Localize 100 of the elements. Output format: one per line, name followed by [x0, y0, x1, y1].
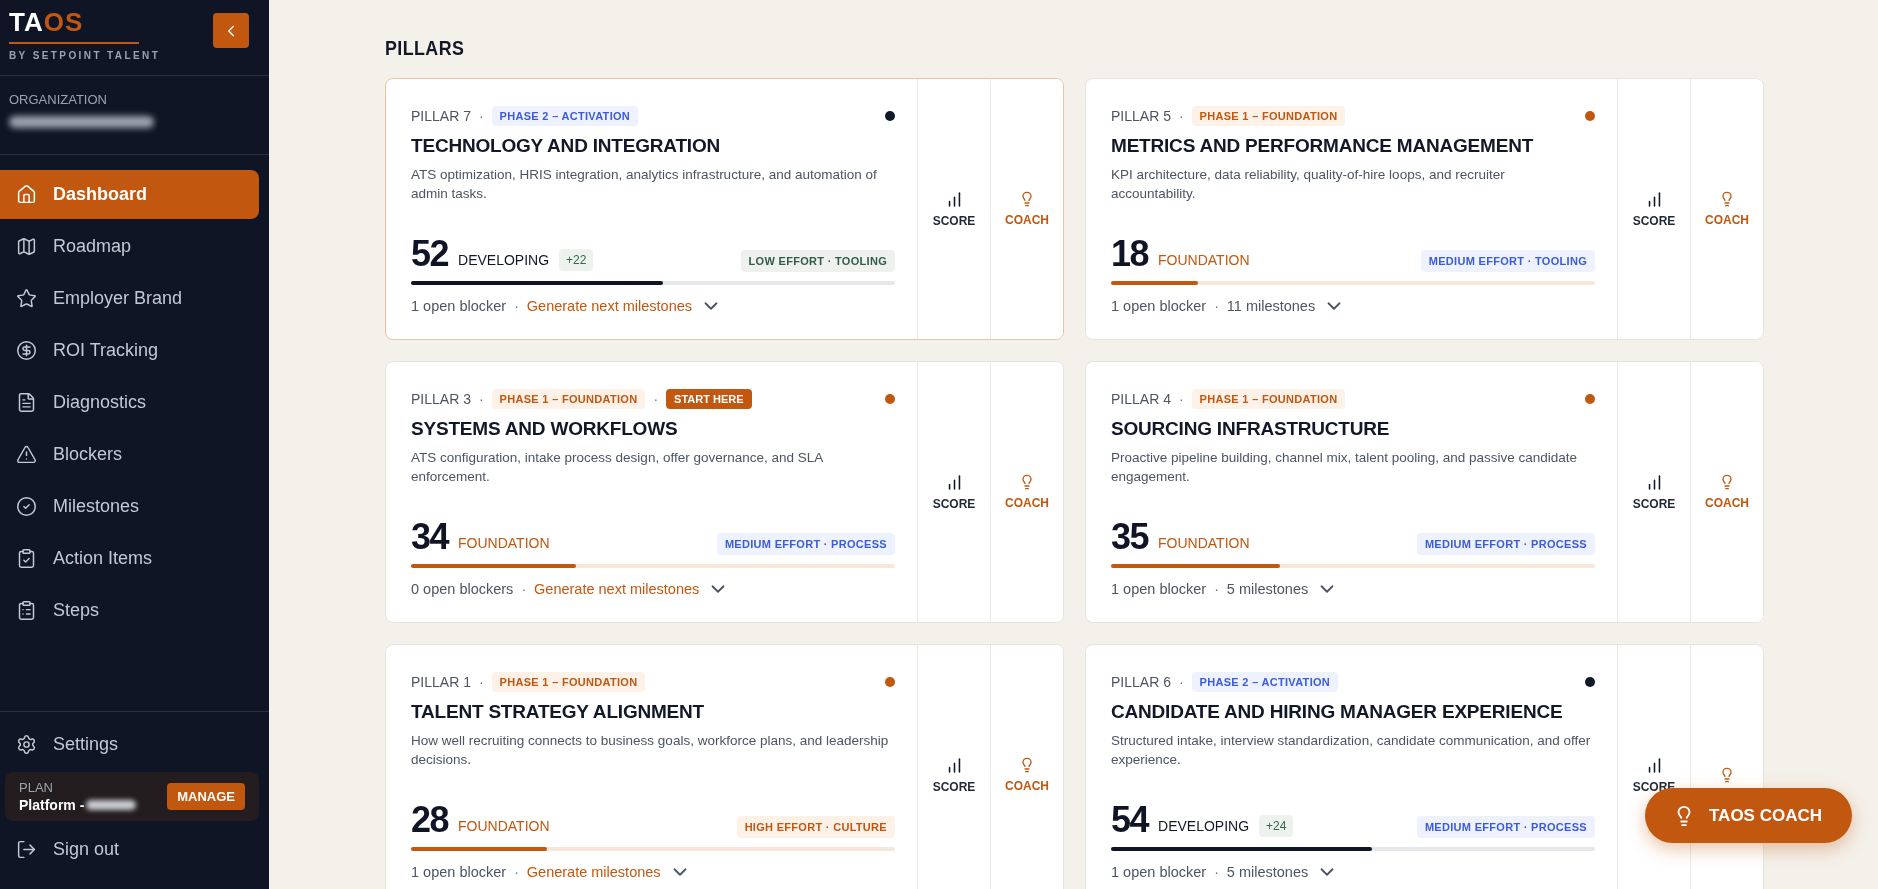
nav-item[interactable]: Dashboard: [0, 170, 259, 219]
nav-item[interactable]: Diagnostics: [0, 378, 259, 427]
effort-tag: MEDIUM EFFORT · TOOLING: [1420, 250, 1595, 272]
nav-item[interactable]: Action Items: [0, 534, 259, 583]
nav-item[interactable]: ROI Tracking: [0, 326, 259, 375]
blocker-count: 1 open blocker: [1111, 864, 1207, 880]
separator-dot: ·: [1214, 864, 1219, 880]
pillar-description: Proactive pipeline building, channel mix, talent pooling, and passive candidate engagement.: [1111, 449, 1579, 486]
score-value: 28: [411, 802, 449, 838]
home-icon: [16, 184, 37, 205]
pillar-description: Structured intake, interview standardization, candidate communication, and offer experience.: [1111, 732, 1591, 769]
separator-dot: ·: [1178, 674, 1184, 690]
plan-label: PLAN: [19, 780, 54, 795]
nav-item[interactable]: Roadmap: [0, 222, 259, 271]
separator-dot: ·: [514, 298, 519, 314]
separator-dot: ·: [653, 391, 659, 407]
lightbulb-icon: [1719, 191, 1735, 207]
nav-item[interactable]: Steps: [0, 586, 259, 635]
blocker-count: 1 open blocker: [411, 864, 507, 880]
pillar-number: PILLAR 5: [1111, 108, 1171, 124]
separator-dot: ·: [514, 864, 519, 880]
pillar-number: PILLAR 6: [1111, 674, 1171, 690]
blocker-count: 0 open blockers: [411, 581, 514, 597]
delta-badge: +24: [1259, 815, 1294, 837]
milestone-count: 5 milestones: [1226, 581, 1309, 597]
coach-button[interactable]: COACH: [1690, 362, 1763, 622]
blocker-count: 1 open blocker: [411, 298, 507, 314]
pillar-description: ATS configuration, intake process design, offer governance, and SLA enforcement.: [411, 449, 824, 486]
separator-dot: ·: [478, 108, 484, 124]
check-circle-icon: [16, 496, 37, 517]
pillar-description: KPI architecture, data reliability, quality-of-hire loops, and recruiter accountability.: [1111, 166, 1506, 203]
clipboard-list-icon: [16, 600, 37, 621]
star-icon: [16, 288, 37, 309]
stage-label: DEVELOPING: [458, 252, 550, 268]
coach-button[interactable]: COACH: [990, 645, 1063, 889]
pillar-number: PILLAR 7: [411, 108, 471, 124]
manage-button[interactable]: MANAGE: [167, 783, 245, 810]
start-here-badge: START HERE: [666, 389, 752, 409]
warning-icon: [16, 444, 37, 465]
stage-label: FOUNDATION: [1158, 535, 1250, 551]
pillar-title: CANDIDATE AND HIRING MANAGER EXPERIENCE: [1111, 701, 1564, 723]
delta-badge: +22: [559, 249, 594, 271]
map-icon: [16, 236, 37, 257]
pillar-title: SOURCING INFRASTRUCTURE: [1111, 418, 1391, 440]
pillar-title: SYSTEMS AND WORKFLOWS: [411, 418, 679, 440]
redacted-text: [86, 800, 137, 810]
phase-tag: PHASE 1 – FOUNDATION: [491, 389, 646, 409]
clipboard-check-icon: [16, 548, 37, 569]
section-title: PILLARS: [385, 36, 466, 60]
score-value: 54: [1111, 802, 1149, 838]
separator-dot: ·: [478, 674, 484, 690]
settings-icon: [16, 733, 37, 755]
separator-dot: ·: [1178, 391, 1184, 407]
phase-tag: PHASE 1 – FOUNDATION: [1191, 389, 1346, 409]
blocker-count: 1 open blocker: [1111, 581, 1207, 597]
coach-button[interactable]: COACH: [990, 362, 1063, 622]
lightbulb-icon: [1019, 757, 1035, 773]
lightbulb-icon: [1019, 191, 1035, 207]
stage-label: FOUNDATION: [458, 535, 550, 551]
stage-label: FOUNDATION: [1158, 252, 1250, 268]
dollar-icon: [16, 340, 37, 361]
stage-label: DEVELOPING: [1158, 818, 1250, 834]
generate-milestones-link[interactable]: Generate next milestones: [526, 298, 693, 314]
effort-tag: MEDIUM EFFORT · PROCESS: [716, 533, 895, 555]
separator-dot: ·: [1214, 581, 1219, 597]
coach-button[interactable]: COACH: [990, 79, 1063, 339]
effort-tag: HIGH EFFORT · CULTURE: [736, 816, 895, 838]
coach-button[interactable]: COACH: [1690, 79, 1763, 339]
milestone-count: 5 milestones: [1226, 864, 1309, 880]
blocker-count: 1 open blocker: [1111, 298, 1207, 314]
nav-item[interactable]: Blockers: [0, 430, 259, 479]
pillar-card[interactable]: [385, 78, 1064, 340]
lightbulb-icon: [1719, 474, 1735, 490]
phase-tag: PHASE 1 – FOUNDATION: [491, 672, 646, 692]
separator-dot: ·: [1178, 108, 1184, 124]
separator-dot: ·: [1214, 298, 1219, 314]
sign-out-link[interactable]: Sign out: [5, 827, 259, 871]
phase-tag: PHASE 2 – ACTIVATION: [491, 106, 639, 126]
logo-wordmark: TAOS: [9, 8, 139, 44]
score-value: 35: [1111, 519, 1149, 555]
pillar-title: TALENT STRATEGY ALIGNMENT: [411, 701, 705, 723]
organization-label: ORGANIZATION: [9, 92, 108, 107]
lightbulb-icon: [1719, 767, 1735, 783]
settings-link[interactable]: Settings: [5, 722, 259, 766]
pillar-description: ATS optimization, HRIS integration, analytics infrastructure, and automation of admin tasks.: [411, 166, 878, 203]
pillar-number: PILLAR 3: [411, 391, 471, 407]
lightbulb-icon: [1019, 474, 1035, 490]
generate-milestones-link[interactable]: Generate next milestones: [534, 581, 700, 597]
generate-milestones-link[interactable]: Generate milestones: [526, 864, 661, 880]
phase-tag: PHASE 1 – FOUNDATION: [1191, 106, 1346, 126]
separator-dot: ·: [521, 581, 527, 597]
nav-item[interactable]: Milestones: [0, 482, 259, 531]
phase-tag: PHASE 2 – ACTIVATION: [1191, 672, 1339, 692]
logo-tagline: BY SETPOINT TALENT: [9, 50, 161, 61]
score-value: 52: [411, 236, 449, 272]
nav-item[interactable]: Employer Brand: [0, 274, 259, 323]
stage-label: FOUNDATION: [458, 818, 550, 834]
pillar-title: METRICS AND PERFORMANCE MANAGEMENT: [1111, 135, 1535, 157]
pillar-title: TECHNOLOGY AND INTEGRATION: [411, 135, 721, 157]
effort-tag: LOW EFFORT · TOOLING: [740, 250, 895, 272]
